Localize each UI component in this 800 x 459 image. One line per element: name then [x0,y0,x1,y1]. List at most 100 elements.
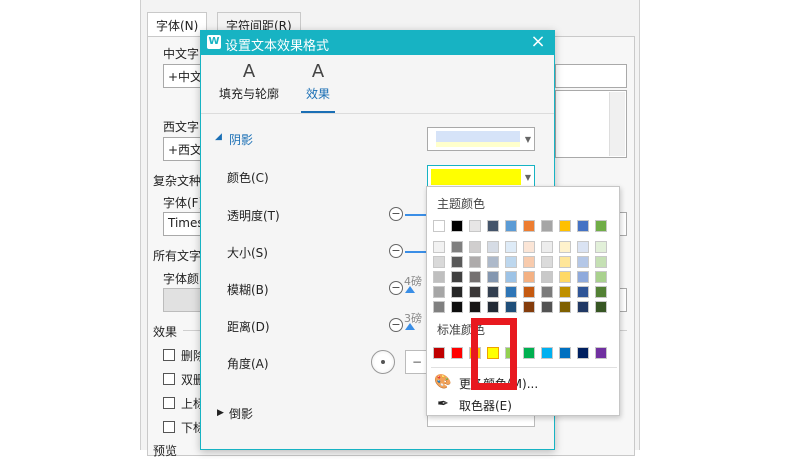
blur-label: 模糊(B) [227,283,269,297]
close-icon[interactable]: × [528,32,548,52]
theme-shade-swatch[interactable] [577,271,589,283]
theme-shade-swatch[interactable] [523,271,535,283]
dialog-title: 设置文本效果格式 [225,39,330,54]
theme-shade-swatch[interactable] [595,286,607,298]
standard-color-swatch[interactable] [595,347,607,359]
transparency-slider[interactable] [405,214,427,216]
eyedropper-item[interactable]: ✒ 取色器(E) [431,394,617,414]
theme-shade-swatch[interactable] [469,256,481,268]
standard-color-swatch[interactable] [523,347,535,359]
theme-shade-swatch[interactable] [541,271,553,283]
strikethrough-checkbox[interactable] [163,349,175,361]
theme-shade-swatch[interactable] [523,256,535,268]
theme-shade-swatch[interactable] [505,271,517,283]
theme-shade-swatch[interactable] [523,301,535,313]
reflection-section-label[interactable]: 倒影 [229,405,253,422]
double-strikethrough-checkbox[interactable] [163,373,175,385]
size-decrease-icon[interactable]: − [389,244,403,258]
expand-right-icon[interactable]: ▶ [217,408,224,418]
theme-shade-swatch[interactable] [433,256,445,268]
tab-font[interactable]: 字体(N) [147,12,208,37]
distance-slider-thumb[interactable] [405,323,415,330]
theme-shade-swatch[interactable] [469,286,481,298]
angle-dial[interactable] [371,350,395,374]
theme-shade-swatch[interactable] [505,256,517,268]
theme-shade-swatch[interactable] [595,256,607,268]
theme-shade-swatch[interactable] [487,301,499,313]
theme-color-swatch[interactable] [505,220,517,232]
theme-shade-swatch[interactable] [577,241,589,253]
tab-fill-outline[interactable]: A 填充与轮廓 [217,59,281,113]
standard-color-swatch[interactable] [541,347,553,359]
theme-color-swatch[interactable] [451,220,463,232]
theme-shade-swatch[interactable] [451,301,463,313]
expand-down-icon[interactable]: ◢ [215,132,222,142]
standard-color-swatch[interactable] [433,347,445,359]
theme-shade-swatch[interactable] [469,241,481,253]
theme-shade-swatch[interactable] [451,271,463,283]
blur-decrease-icon[interactable]: − [389,281,403,295]
dialog-titlebar[interactable]: W 设置文本效果格式 × [201,31,554,55]
standard-color-swatch[interactable] [577,347,589,359]
distance-decrease-icon[interactable]: − [389,318,403,332]
theme-shade-swatch[interactable] [487,286,499,298]
theme-shade-swatch[interactable] [433,241,445,253]
shadow-section-label[interactable]: 阴影 [229,131,253,148]
standard-color-swatch[interactable] [469,347,481,359]
theme-shade-swatch[interactable] [541,256,553,268]
theme-shade-swatch[interactable] [451,286,463,298]
theme-color-swatch[interactable] [433,220,445,232]
theme-shade-swatch[interactable] [451,256,463,268]
theme-shade-swatch[interactable] [487,271,499,283]
theme-shade-swatch[interactable] [559,286,571,298]
blur-slider-thumb[interactable] [405,286,415,293]
theme-shade-swatch[interactable] [559,241,571,253]
standard-color-swatch[interactable] [451,347,463,359]
size-slider[interactable] [405,251,427,253]
theme-shade-swatch[interactable] [487,256,499,268]
theme-color-swatch[interactable] [559,220,571,232]
theme-color-swatch[interactable] [523,220,535,232]
theme-shade-swatch[interactable] [451,241,463,253]
theme-shade-swatch[interactable] [505,286,517,298]
theme-color-swatch[interactable] [577,220,589,232]
theme-shade-swatch[interactable] [433,271,445,283]
standard-color-swatch[interactable] [505,347,517,359]
theme-color-swatch[interactable] [541,220,553,232]
theme-shade-swatch[interactable] [541,286,553,298]
theme-shade-swatch[interactable] [469,301,481,313]
font-size-scrollbar[interactable] [609,92,625,156]
standard-color-swatch[interactable] [486,346,500,360]
superscript-checkbox[interactable] [163,397,175,409]
theme-shade-swatch[interactable] [595,241,607,253]
theme-shade-swatch[interactable] [541,301,553,313]
font-size-input[interactable] [555,64,627,88]
more-colors-item[interactable]: 🎨 更多颜色(M)... [431,372,617,392]
theme-shade-swatch[interactable] [487,241,499,253]
theme-shade-swatch[interactable] [595,271,607,283]
subscript-checkbox[interactable] [163,421,175,433]
theme-shade-swatch[interactable] [559,301,571,313]
theme-color-swatch[interactable] [595,220,607,232]
theme-shade-swatch[interactable] [505,301,517,313]
standard-colors-label: 标准颜色 [437,323,486,337]
theme-shade-swatch[interactable] [523,286,535,298]
theme-color-swatch[interactable] [487,220,499,232]
theme-shade-swatch[interactable] [433,286,445,298]
theme-shade-swatch[interactable] [577,256,589,268]
theme-shade-swatch[interactable] [577,286,589,298]
standard-color-swatch[interactable] [559,347,571,359]
theme-color-swatch[interactable] [469,220,481,232]
tab-effects[interactable]: A 效果 [301,59,335,113]
theme-shade-swatch[interactable] [559,271,571,283]
transparency-decrease-icon[interactable]: − [389,207,403,221]
theme-shade-swatch[interactable] [541,241,553,253]
theme-shade-swatch[interactable] [523,241,535,253]
theme-shade-swatch[interactable] [469,271,481,283]
theme-shade-swatch[interactable] [577,301,589,313]
theme-shade-swatch[interactable] [433,301,445,313]
shadow-preset-dropdown[interactable]: ▼ [427,127,535,151]
theme-shade-swatch[interactable] [559,256,571,268]
theme-shade-swatch[interactable] [505,241,517,253]
theme-shade-swatch[interactable] [595,301,607,313]
